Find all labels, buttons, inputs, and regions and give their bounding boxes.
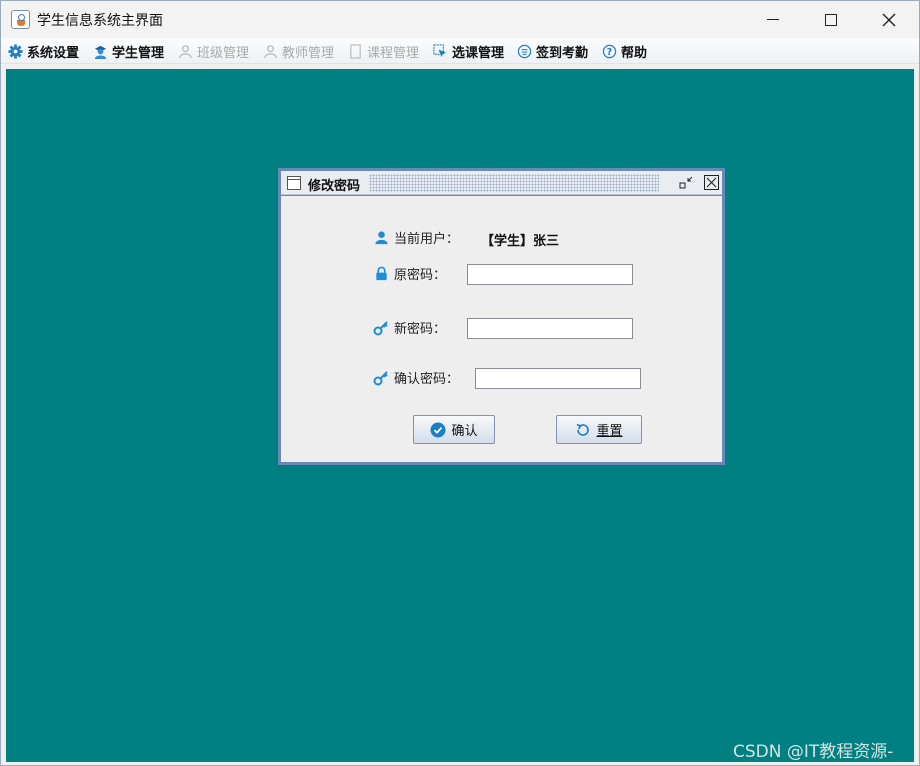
dialog-title: 修改密码 bbox=[308, 175, 365, 194]
menu-course-management[interactable]: 课程管理 bbox=[348, 41, 419, 61]
change-password-dialog: 修改密码 当前用户： 【学生】张三 原密码： 新密码： 确认密码： 确认 重置 bbox=[277, 167, 726, 466]
confirm-button-label: 确认 bbox=[451, 424, 478, 439]
menu-label: 班级管理 bbox=[197, 45, 250, 61]
check-circle-icon bbox=[430, 422, 446, 438]
title-bar: 学生信息系统主界面 bbox=[1, 1, 919, 38]
current-user-value: 【学生】张三 bbox=[481, 234, 560, 249]
document-icon bbox=[348, 43, 363, 59]
menu-label: 选课管理 bbox=[452, 45, 505, 61]
student-icon bbox=[93, 44, 108, 59]
reset-icon bbox=[575, 422, 591, 438]
confirm-password-label: 确认密码： bbox=[394, 372, 460, 387]
teacher-icon bbox=[263, 44, 278, 59]
new-password-field[interactable] bbox=[467, 318, 633, 339]
minimize-icon bbox=[767, 19, 779, 20]
confirm-password-field[interactable] bbox=[475, 368, 641, 389]
confirm-password-row: 确认密码： bbox=[373, 368, 459, 387]
window-title: 学生信息系统主界面 bbox=[37, 13, 163, 29]
old-password-row: 原密码： bbox=[373, 264, 446, 283]
cursor-select-icon bbox=[433, 43, 448, 59]
close-button[interactable] bbox=[861, 1, 917, 38]
window-frame-icon bbox=[287, 176, 301, 190]
new-password-row: 新密码： bbox=[373, 318, 446, 337]
menu-label: 帮助 bbox=[621, 45, 648, 61]
minimize-button[interactable] bbox=[745, 1, 801, 38]
current-user-row: 当前用户： bbox=[373, 228, 459, 247]
reset-button[interactable]: 重置 bbox=[556, 415, 642, 444]
maximize-icon bbox=[825, 13, 837, 26]
confirm-button[interactable]: 确认 bbox=[413, 415, 495, 444]
menu-system-settings[interactable]: 系统设置 bbox=[8, 41, 79, 61]
key-icon bbox=[373, 370, 389, 386]
class-icon bbox=[178, 44, 193, 59]
menu-attendance[interactable]: 签到考勤 bbox=[517, 41, 588, 61]
dialog-title-bar[interactable]: 修改密码 bbox=[281, 171, 722, 195]
dialog-content: 当前用户： 【学生】张三 原密码： 新密码： 确认密码： 确认 重置 bbox=[281, 196, 722, 462]
user-icon bbox=[373, 230, 389, 246]
maximize-button[interactable] bbox=[803, 1, 859, 38]
svg-text:?: ? bbox=[607, 46, 612, 57]
menu-course-selection[interactable]: 选课管理 bbox=[433, 41, 504, 61]
gear-icon bbox=[8, 43, 23, 59]
menu-label: 签到考勤 bbox=[536, 45, 589, 61]
restore-button[interactable] bbox=[679, 175, 694, 190]
menu-student-management[interactable]: 学生管理 bbox=[93, 41, 164, 61]
java-app-icon bbox=[11, 10, 30, 29]
title-bar-texture bbox=[369, 174, 659, 192]
key-icon bbox=[373, 320, 389, 336]
close-icon bbox=[706, 177, 717, 188]
old-password-field[interactable] bbox=[467, 264, 633, 285]
old-password-label: 原密码： bbox=[394, 268, 447, 283]
reset-button-label: 重置 bbox=[596, 424, 623, 439]
menu-help[interactable]: ? 帮助 bbox=[602, 41, 647, 61]
attendance-icon bbox=[517, 44, 532, 59]
main-window: 学生信息系统主界面 系统设置 学生管理 班级管理 教师管理 课程管理 选课管理 … bbox=[0, 0, 920, 766]
menu-label: 学生管理 bbox=[112, 45, 165, 61]
lock-icon bbox=[373, 266, 389, 282]
help-icon: ? bbox=[602, 44, 617, 59]
menu-teacher-management[interactable]: 教师管理 bbox=[263, 41, 334, 61]
menu-label: 课程管理 bbox=[367, 45, 420, 61]
menu-class-management[interactable]: 班级管理 bbox=[178, 41, 249, 61]
new-password-label: 新密码： bbox=[394, 322, 447, 337]
close-icon bbox=[882, 13, 896, 26]
menu-label: 系统设置 bbox=[27, 45, 80, 61]
restore-icon bbox=[679, 176, 693, 189]
dialog-close-button[interactable] bbox=[704, 175, 719, 190]
menu-label: 教师管理 bbox=[282, 45, 335, 61]
menu-bar: 系统设置 学生管理 班级管理 教师管理 课程管理 选课管理 签到考勤 ? 帮助 bbox=[1, 38, 919, 64]
current-user-label: 当前用户： bbox=[394, 232, 460, 247]
watermark-text: CSDN @IT教程资源- bbox=[733, 742, 894, 762]
